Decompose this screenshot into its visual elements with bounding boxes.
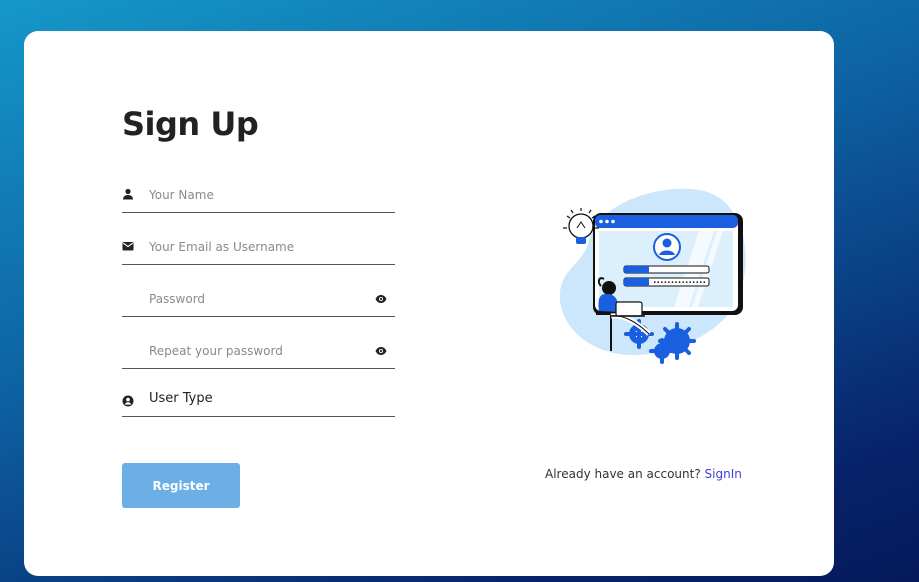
signup-illustration: •••••••••••••••	[549, 186, 749, 366]
user-type-select[interactable]: User Type	[122, 388, 395, 417]
signin-prompt-text: Already have an account?	[545, 467, 701, 481]
person-icon	[122, 188, 134, 200]
email-field-row	[122, 235, 395, 265]
name-field-row	[122, 183, 395, 213]
eye-icon[interactable]	[375, 294, 387, 304]
password-input[interactable]	[149, 289, 359, 309]
email-input[interactable]	[149, 237, 359, 257]
signup-card: Sign Up User Type Register	[24, 31, 834, 576]
signin-link[interactable]: SignIn	[705, 467, 742, 481]
user-type-value: User Type	[149, 391, 213, 406]
password-field-row	[122, 287, 395, 317]
svg-text:•••••••••••••••: •••••••••••••••	[653, 280, 706, 287]
repeat-password-input[interactable]	[149, 341, 359, 361]
eye-icon[interactable]	[375, 346, 387, 356]
register-button[interactable]: Register	[122, 463, 240, 508]
name-input[interactable]	[149, 185, 359, 205]
envelope-icon	[122, 240, 134, 252]
illustration-graphic: •••••••••••••••	[559, 188, 746, 364]
user-circle-icon	[122, 395, 134, 407]
page-title: Sign Up	[122, 105, 259, 143]
signin-prompt-row: Already have an account? SignIn	[545, 467, 742, 481]
repeat-password-field-row	[122, 339, 395, 369]
